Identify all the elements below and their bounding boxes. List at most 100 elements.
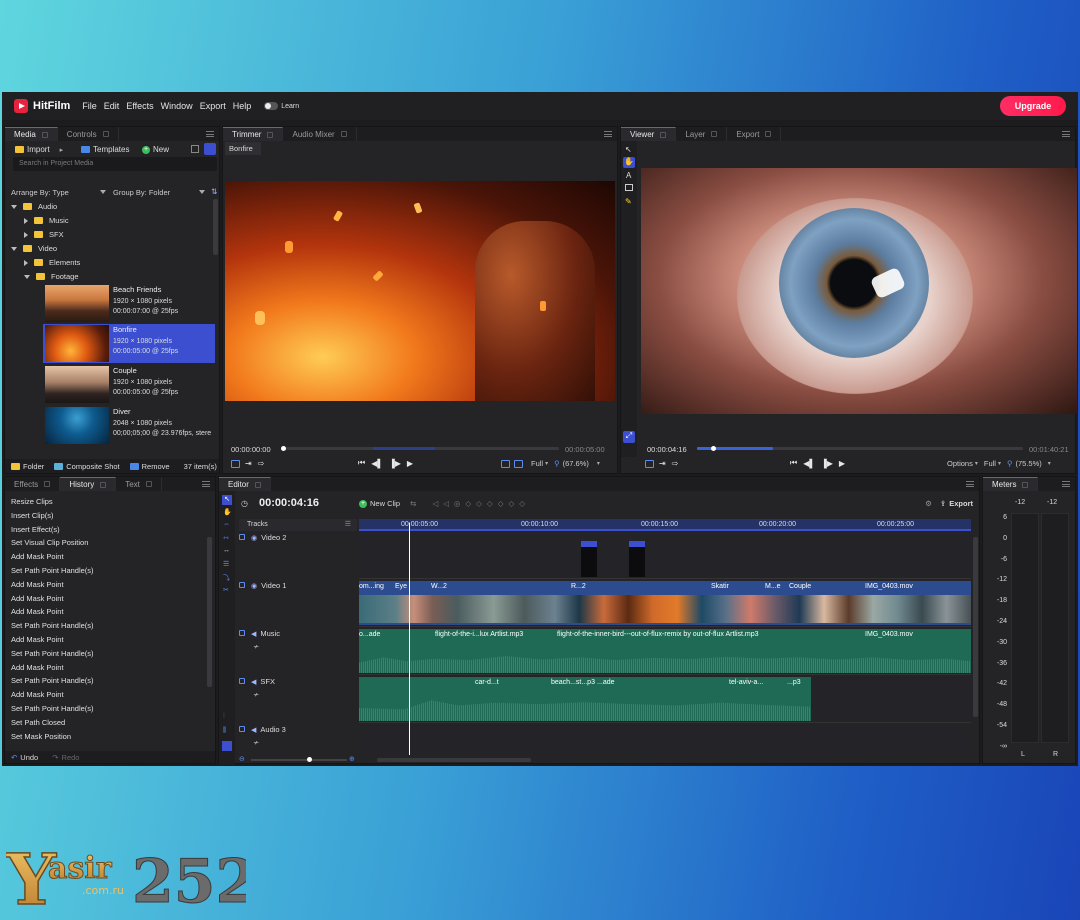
rate-tool-icon[interactable]: ⤵ xyxy=(223,573,230,583)
chevron-right-icon[interactable]: ▸ xyxy=(60,146,64,154)
play-icon[interactable]: ▶ xyxy=(839,459,845,468)
select-tool-icon[interactable]: ↖ xyxy=(222,495,232,505)
tab-editor[interactable]: Editor xyxy=(219,477,271,491)
new-folder-button[interactable]: Folder xyxy=(23,462,44,471)
history-item[interactable]: Resize Clips xyxy=(11,497,53,506)
import-button[interactable]: Import ▸ xyxy=(15,145,63,154)
history-item[interactable]: Add Mask Point xyxy=(11,663,64,672)
history-item[interactable]: Set Path Point Handle(s) xyxy=(11,676,94,685)
insert-icon[interactable]: ⇥ xyxy=(245,459,252,468)
razor-tool-icon[interactable]: ✂ xyxy=(223,586,229,594)
sfx-clip-strip[interactable]: car-d...t beach...st...p3 ...ade tel-avi… xyxy=(359,677,811,721)
video1-clip-strip[interactable]: om...ing Eye W...2 R...2 Skatir M...e Co… xyxy=(359,581,971,625)
guide-tool-icon[interactable]: ⤢ xyxy=(623,431,635,443)
remove-button[interactable]: Remove xyxy=(142,462,170,471)
tab-close-icon[interactable] xyxy=(254,481,261,488)
tab-close-icon[interactable] xyxy=(660,131,667,138)
tab-text[interactable]: Text xyxy=(116,477,162,491)
insert-mode-icon[interactable]: ⇆ xyxy=(410,499,416,508)
roll-tool-icon[interactable]: ☰ xyxy=(223,560,229,568)
trimmer-video-frame[interactable] xyxy=(225,181,615,401)
zoom-knob[interactable] xyxy=(307,757,312,762)
overlay-icon[interactable]: ⇨ xyxy=(672,459,679,468)
step-back-icon[interactable]: ◀▌ xyxy=(803,459,815,468)
history-item[interactable]: Set Visual Clip Position xyxy=(11,538,88,547)
viewer-scrubber[interactable] xyxy=(697,446,1023,451)
ripple-tool-icon[interactable]: ↔ xyxy=(223,547,230,554)
mixer-icon[interactable]: ⫶ xyxy=(223,713,225,721)
zoom-slider[interactable]: ⊖ ⊕ xyxy=(239,755,357,765)
menu-window[interactable]: Window xyxy=(161,101,193,111)
timeline-hscrollbar[interactable] xyxy=(377,758,531,762)
tab-media[interactable]: Media xyxy=(5,127,58,141)
video2-clip[interactable] xyxy=(629,541,645,577)
tab-close-icon[interactable] xyxy=(100,481,107,488)
zoom-select[interactable]: (67.6%) xyxy=(563,459,589,468)
keyframe-controls-icon[interactable]: ◁◁◎◇◇◇◇◇◇ xyxy=(432,499,530,508)
waveform-toggle-icon[interactable]: ≁ xyxy=(253,690,357,699)
mask-tool-icon[interactable] xyxy=(625,184,633,191)
templates-button[interactable]: Templates xyxy=(81,145,129,154)
levels-icon[interactable]: ⫼ xyxy=(223,727,226,735)
speaker-icon[interactable]: ◀ xyxy=(251,630,256,638)
history-item[interactable]: Insert Effect(s) xyxy=(11,525,60,534)
menu-help[interactable]: Help xyxy=(233,101,252,111)
media-item-couple[interactable]: Couple 1920 × 1080 pixels 00:00:05:00 @ 25… xyxy=(43,365,215,404)
tab-meters[interactable]: Meters xyxy=(983,477,1039,491)
panel-menu-icon[interactable] xyxy=(206,131,214,137)
redo-button[interactable]: Redo xyxy=(62,753,80,762)
waveform-toggle-icon[interactable]: ≁ xyxy=(253,738,357,747)
history-scrollbar[interactable] xyxy=(207,537,212,687)
tab-audio-mixer[interactable]: Audio Mixer xyxy=(283,127,357,141)
grid-view-icon[interactable] xyxy=(191,145,199,153)
menu-effects[interactable]: Effects xyxy=(126,101,153,111)
lane-audio3[interactable] xyxy=(359,725,971,755)
tab-close-icon[interactable] xyxy=(145,481,152,487)
compare-icon[interactable] xyxy=(514,459,523,468)
tab-export[interactable]: Export xyxy=(727,127,782,141)
tab-close-icon[interactable] xyxy=(102,131,109,137)
step-forward-icon[interactable]: ▐▶ xyxy=(821,459,833,468)
music-clip-strip[interactable]: o...ade flight-of-the-i...lux Artlist.mp… xyxy=(359,629,971,673)
playhead-knob[interactable] xyxy=(281,446,286,451)
panel-menu-icon[interactable] xyxy=(604,131,612,137)
timeline-ruler[interactable]: 00:00:05:00 00:00:10:00 00:00:15:00 00:0… xyxy=(359,519,971,531)
composite-shot-button[interactable]: Composite Shot xyxy=(66,462,119,471)
panel-menu-icon[interactable] xyxy=(966,481,974,487)
history-item[interactable]: Set Path Point Handle(s) xyxy=(11,621,94,630)
pen-tool-icon[interactable]: ✎ xyxy=(625,197,632,206)
tab-close-icon[interactable] xyxy=(41,131,48,138)
list-view-icon[interactable] xyxy=(204,143,216,155)
skip-start-icon[interactable]: ⏮ xyxy=(358,458,365,468)
tab-viewer[interactable]: Viewer xyxy=(621,127,677,141)
learn-toggle[interactable]: Learn xyxy=(264,102,299,110)
lock-icon[interactable] xyxy=(239,534,245,540)
tree-row-video[interactable]: Video xyxy=(11,242,57,255)
lock-icon[interactable] xyxy=(239,726,245,732)
settings-icon[interactable]: ⚙ xyxy=(925,499,932,508)
editor-export-button[interactable]: ⚙ ⇪ Export xyxy=(925,499,973,508)
arrange-by-select[interactable]: Arrange By: Type xyxy=(11,186,106,198)
lane-sfx[interactable]: car-d...t beach...st...p3 ...ade tel-avi… xyxy=(359,677,971,723)
tree-row-elements[interactable]: Elements xyxy=(24,256,80,269)
loop-icon[interactable] xyxy=(231,459,240,468)
eye-icon[interactable]: ◉ xyxy=(251,582,257,590)
tab-close-icon[interactable] xyxy=(765,131,772,137)
text-tool-icon[interactable]: A xyxy=(626,171,631,180)
history-item[interactable]: Add Mask Point xyxy=(11,594,64,603)
tab-close-icon[interactable] xyxy=(1022,481,1029,488)
viewer-video-frame[interactable] xyxy=(641,168,1077,414)
tree-row-music[interactable]: Music xyxy=(24,214,69,227)
history-item[interactable]: Set Mask Position xyxy=(11,732,71,741)
lock-icon[interactable] xyxy=(239,630,245,636)
media-item-diver[interactable]: Diver 2048 × 1080 pixels 00;00;05;00 @ 23.… xyxy=(43,406,215,445)
history-item[interactable]: Add Mask Point xyxy=(11,552,64,561)
zoom-select[interactable]: (75.5%) xyxy=(1015,459,1041,468)
lane-video1[interactable]: om...ing Eye W...2 R...2 Skatir M...e Co… xyxy=(359,581,971,627)
upgrade-button[interactable]: Upgrade xyxy=(1000,96,1066,116)
overlay-icon[interactable]: ⇨ xyxy=(258,459,265,468)
lock-icon[interactable] xyxy=(239,678,245,684)
menu-file[interactable]: File xyxy=(82,101,97,111)
tab-close-icon[interactable] xyxy=(711,131,718,137)
timeline-vscrollbar[interactable] xyxy=(973,537,978,717)
